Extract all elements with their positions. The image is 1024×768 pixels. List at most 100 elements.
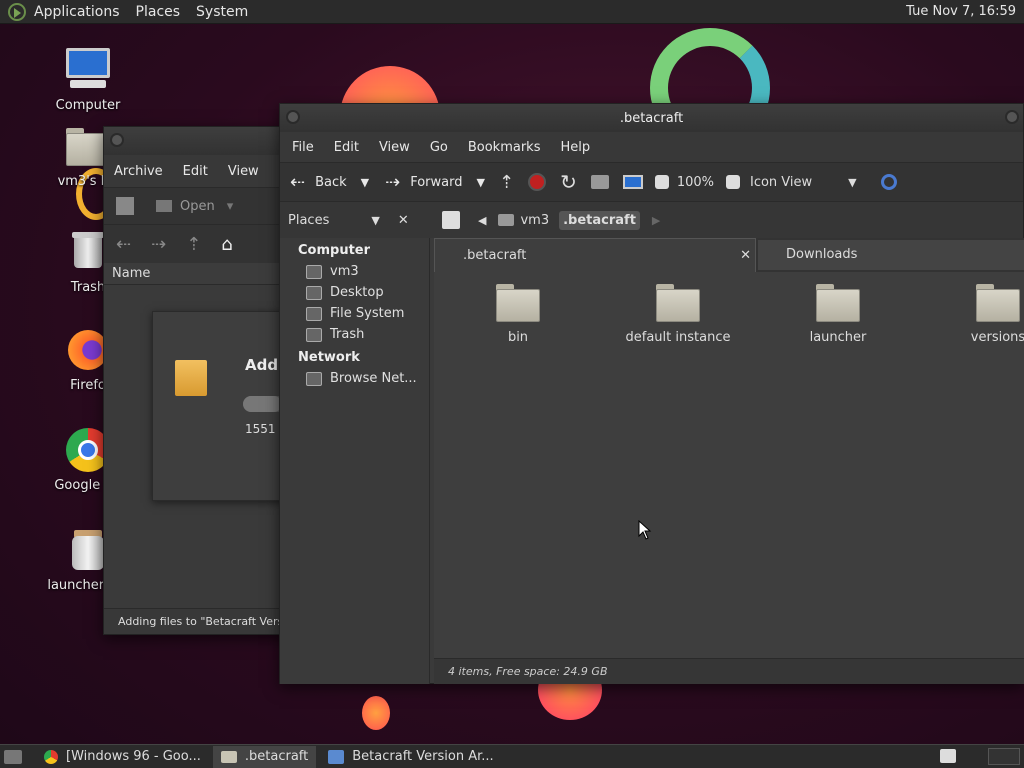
icon-view: bin default instance launcher versions (434, 272, 1024, 658)
menu-file[interactable]: File (282, 140, 324, 155)
breadcrumb-right-icon[interactable]: ▶ (652, 214, 660, 227)
chevron-down-icon[interactable]: ▾ (227, 199, 234, 214)
column-header-name[interactable]: Name (104, 263, 302, 285)
file-item-default-instance[interactable]: default instance (618, 284, 738, 345)
reload-icon[interactable]: ↻ (560, 170, 577, 194)
back-button[interactable]: ⇠ Back ▼ (290, 172, 369, 193)
menu-help[interactable]: Help (550, 140, 600, 155)
back-label: Back (315, 174, 347, 190)
tab-label: .betacraft (463, 248, 527, 263)
mouse-cursor-icon (638, 520, 652, 540)
open-icon (156, 200, 172, 212)
package-icon (175, 360, 207, 396)
applications-menu[interactable]: Applications (26, 4, 128, 20)
up-arrow-icon[interactable]: ⇡ (186, 234, 201, 255)
trash-icon (306, 327, 322, 342)
menu-edit[interactable]: Edit (173, 164, 218, 179)
chrome-icon (44, 749, 58, 764)
archive-toolbar: Open ▾ (104, 187, 302, 225)
menu-edit[interactable]: Edit (324, 140, 369, 155)
file-item-bin[interactable]: bin (458, 284, 578, 345)
places-selector[interactable]: Places ▼ ✕ (280, 213, 430, 228)
tab-downloads[interactable]: Downloads (758, 240, 1024, 270)
workspace-indicator[interactable] (988, 748, 1020, 765)
menu-archive[interactable]: Archive (104, 164, 173, 179)
folder-icon (496, 284, 540, 322)
menu-bookmarks[interactable]: Bookmarks (458, 140, 551, 155)
window-close-icon[interactable] (286, 110, 300, 124)
sidebar-item-trash[interactable]: Trash (280, 324, 429, 345)
network-icon (306, 371, 322, 386)
taskbar-item-label: Betacraft Version Ar... (352, 749, 494, 764)
window-maximize-icon[interactable] (1005, 110, 1019, 124)
chevron-down-icon[interactable]: ▼ (848, 176, 856, 189)
places-menu[interactable]: Places (128, 4, 189, 20)
system-menu[interactable]: System (188, 4, 256, 20)
distro-logo-icon[interactable] (8, 2, 26, 21)
new-archive-icon[interactable] (116, 197, 134, 215)
menu-go[interactable]: Go (420, 140, 458, 155)
file-label: default instance (625, 330, 731, 345)
sidebar-header-computer: Computer (298, 243, 371, 258)
window-close-icon[interactable] (110, 133, 124, 147)
sidebar-item-vm3[interactable]: vm3 (280, 261, 429, 282)
archive-icon (328, 749, 345, 764)
home-icon[interactable]: ⌂ (221, 234, 232, 255)
file-manager-window[interactable]: .betacraft File Edit View Go Bookmarks H… (279, 103, 1024, 684)
home-folder-icon (306, 264, 322, 279)
archive-menubar: Archive Edit View H (104, 155, 302, 187)
back-arrow-icon[interactable]: ⇠ (116, 234, 131, 255)
show-desktop-icon[interactable] (4, 749, 22, 764)
edit-location-icon[interactable] (442, 211, 460, 229)
sidebar: Computer vm3 Desktop File System Trash N… (280, 238, 430, 684)
archive-titlebar[interactable] (104, 127, 302, 155)
stop-icon[interactable] (528, 173, 547, 191)
file-manager-statusbar: 4 items, Free space: 24.9 GB (434, 658, 1024, 684)
taskbar-item-betacraft[interactable]: .betacraft (212, 745, 317, 768)
archive-navbar: ⇠ ⇢ ⇡ ⌂ (104, 225, 302, 263)
file-label: bin (507, 330, 529, 345)
breadcrumb-left-icon[interactable]: ◀ (478, 214, 486, 227)
open-button[interactable]: Open (180, 199, 215, 214)
drive-icon (306, 306, 322, 321)
menu-view[interactable]: View (369, 140, 420, 155)
breadcrumb-betacraft[interactable]: .betacraft (559, 210, 640, 230)
sidebar-item-desktop[interactable]: Desktop (280, 282, 429, 303)
sidebar-item-browse-network[interactable]: Browse Net... (280, 368, 429, 389)
forward-button[interactable]: ⇢ Forward ▼ (385, 172, 485, 193)
close-sidebar-icon[interactable]: ✕ (398, 213, 409, 228)
desktop-icon-computer[interactable]: Computer (38, 46, 138, 113)
taskbar: [Windows 96 - Goo... .betacraft Betacraf… (0, 744, 1024, 768)
chevron-down-icon[interactable]: ▼ (477, 176, 485, 189)
taskbar-item-archive[interactable]: Betacraft Version Ar... (320, 746, 501, 768)
sidebar-item-label: vm3 (330, 264, 359, 279)
up-arrow-icon[interactable]: ⇡ (499, 172, 514, 193)
file-manager-titlebar[interactable]: .betacraft (280, 104, 1023, 132)
workspace-switcher-icon[interactable] (940, 749, 956, 763)
places-label: Places (288, 212, 330, 228)
folder-icon (656, 284, 700, 322)
breadcrumb-vm3[interactable]: vm3 (520, 213, 549, 228)
clock[interactable]: Tue Nov 7, 16:59 (906, 4, 1016, 19)
tab-betacraft[interactable]: .betacraft ✕ (434, 238, 756, 272)
chevron-down-icon[interactable]: ▼ (371, 214, 379, 227)
file-item-versions[interactable]: versions (938, 284, 1024, 345)
view-mode-select[interactable]: Icon View (750, 175, 812, 190)
menu-view[interactable]: View (218, 164, 269, 179)
search-icon[interactable] (880, 174, 897, 190)
close-tab-icon[interactable]: ✕ (740, 239, 751, 273)
dialog-title: Addi (245, 356, 284, 374)
forward-arrow-icon[interactable]: ⇢ (151, 234, 166, 255)
zoom-out-icon[interactable] (654, 175, 669, 189)
sidebar-item-filesystem[interactable]: File System (280, 303, 429, 324)
home-folder-icon[interactable] (590, 175, 609, 189)
file-manager-toolbar: ⇠ Back ▼ ⇢ Forward ▼ ⇡ ↻ 100% Icon View … (280, 162, 1023, 202)
window-title: .betacraft (619, 110, 684, 126)
computer-icon[interactable] (622, 175, 643, 189)
taskbar-item-chrome[interactable]: [Windows 96 - Goo... (36, 746, 209, 768)
archive-manager-window[interactable]: Archive Edit View H Open ▾ ⇠ ⇢ ⇡ ⌂ Name … (103, 126, 353, 635)
file-item-launcher[interactable]: launcher (778, 284, 898, 345)
zoom-in-icon[interactable] (726, 175, 740, 189)
progress-fill (243, 396, 282, 412)
chevron-down-icon[interactable]: ▼ (361, 176, 369, 189)
